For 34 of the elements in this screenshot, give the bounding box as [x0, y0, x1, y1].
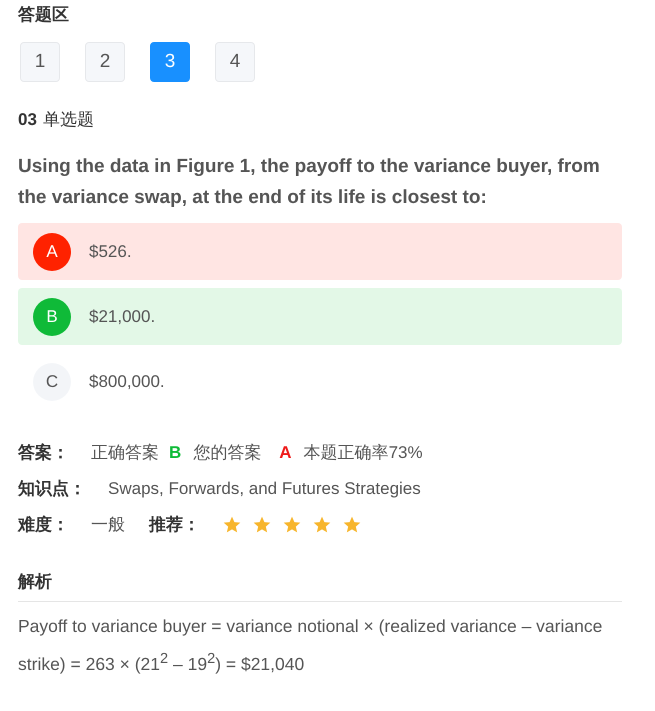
- option-text: $800,000.: [89, 372, 165, 392]
- answer-option[interactable]: A $526.: [18, 223, 622, 280]
- question-number-button[interactable]: 2: [85, 42, 125, 82]
- question-number-button[interactable]: 1: [20, 42, 60, 82]
- difficulty-label: 难度：: [18, 514, 69, 536]
- knowledge-label: 知识点：: [18, 478, 86, 500]
- star-icon: [312, 514, 332, 534]
- star-icon: [342, 514, 362, 534]
- your-answer-label: 您的答案: [193, 442, 262, 464]
- recommend-label: 推荐：: [149, 514, 200, 536]
- your-answer: A: [279, 442, 292, 462]
- question-type: 单选题: [42, 110, 94, 129]
- option-text: $526.: [89, 242, 132, 262]
- knowledge-point: Swaps, Forwards, and Futures Strategies: [108, 478, 421, 498]
- question-number: 03: [18, 110, 37, 129]
- answer-option[interactable]: C $800,000.: [18, 353, 622, 410]
- analysis-text: Payoff to variance buyer = variance notional × (realized variance – variance strike) = 263 × (21$^{2}$ – 19$^{2}$) = $21,040: [18, 615, 604, 676]
- option-letter-badge: A: [33, 232, 71, 270]
- question-text: Using the data in Figure 1, the payoff to the variance buyer, from the variance swap, at the end of its life is closest to:: [18, 155, 601, 210]
- question-number-button[interactable]: 4: [215, 42, 255, 82]
- analysis-title: 解析: [18, 570, 622, 602]
- accuracy-rate: 本题正确率73%: [304, 442, 423, 464]
- star-icon: [252, 514, 272, 534]
- answer-label: 答案：: [18, 442, 69, 464]
- option-letter-badge: B: [33, 298, 71, 336]
- answer-option[interactable]: B $21,000.: [18, 288, 622, 345]
- option-text: $21,000.: [89, 306, 156, 326]
- option-letter-badge: C: [33, 362, 71, 400]
- difficulty-value: 一般: [91, 514, 125, 536]
- star-icon: [222, 514, 242, 534]
- correct-answer: B: [169, 442, 182, 462]
- correct-answer-label: 正确答案: [91, 442, 159, 464]
- star-icon: [282, 514, 302, 534]
- section-title: 答题区: [18, 4, 70, 26]
